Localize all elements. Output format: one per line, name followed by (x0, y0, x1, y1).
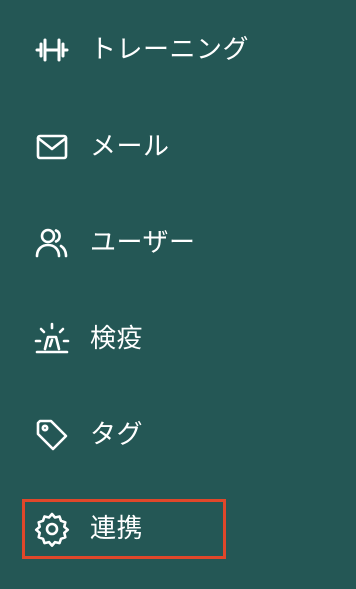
sidebar-item-label: 連携 (90, 514, 144, 544)
sidebar-item-users[interactable]: ユーザー (22, 213, 226, 273)
sidebar-item-integrations[interactable]: 連携 (22, 499, 226, 559)
sidebar-item-tags[interactable]: タグ (22, 405, 226, 465)
tag-icon (34, 417, 70, 453)
siren-icon (34, 321, 70, 357)
sidebar-item-mail[interactable]: メール (22, 117, 226, 177)
sidebar-item-label: タグ (90, 420, 144, 450)
sidebar-item-label: ユーザー (90, 228, 196, 258)
sidebar-item-label: 検疫 (90, 324, 144, 354)
sidebar-item-label: メール (90, 132, 170, 162)
sidebar-nav: トレーニング メール ユーザー 検疫 タグ 連携 (0, 0, 356, 589)
users-icon (34, 225, 70, 261)
sidebar-item-training[interactable]: トレーニング (22, 20, 249, 80)
mail-icon (34, 129, 70, 165)
gear-icon (34, 511, 70, 547)
dumbbell-icon (34, 32, 70, 68)
sidebar-item-quarantine[interactable]: 検疫 (22, 309, 226, 369)
sidebar-item-label: トレーニング (90, 35, 250, 65)
